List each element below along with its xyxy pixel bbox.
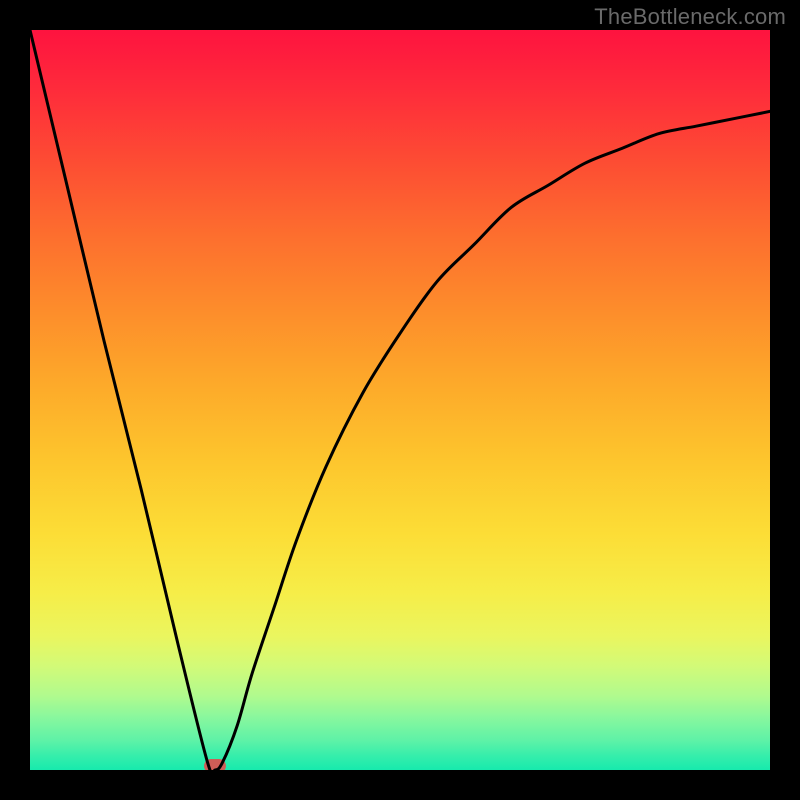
watermark-text: TheBottleneck.com [594,4,786,30]
plot-area [30,30,770,770]
bottleneck-curve [30,30,770,770]
chart-frame: TheBottleneck.com [0,0,800,800]
